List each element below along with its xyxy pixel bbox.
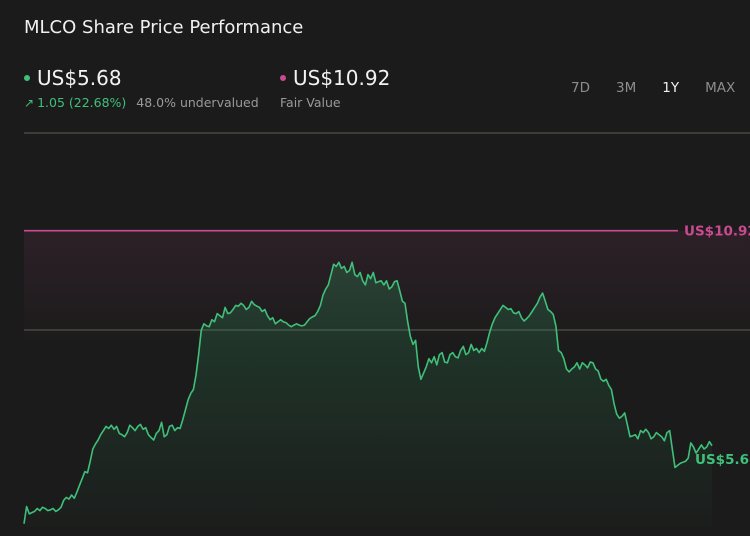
fair-value-line-label: US$10.92 — [684, 224, 750, 240]
price-chart: US$10.92 US$5.68 — [23, 132, 750, 527]
last-price-label: US$5.68 — [695, 452, 750, 468]
